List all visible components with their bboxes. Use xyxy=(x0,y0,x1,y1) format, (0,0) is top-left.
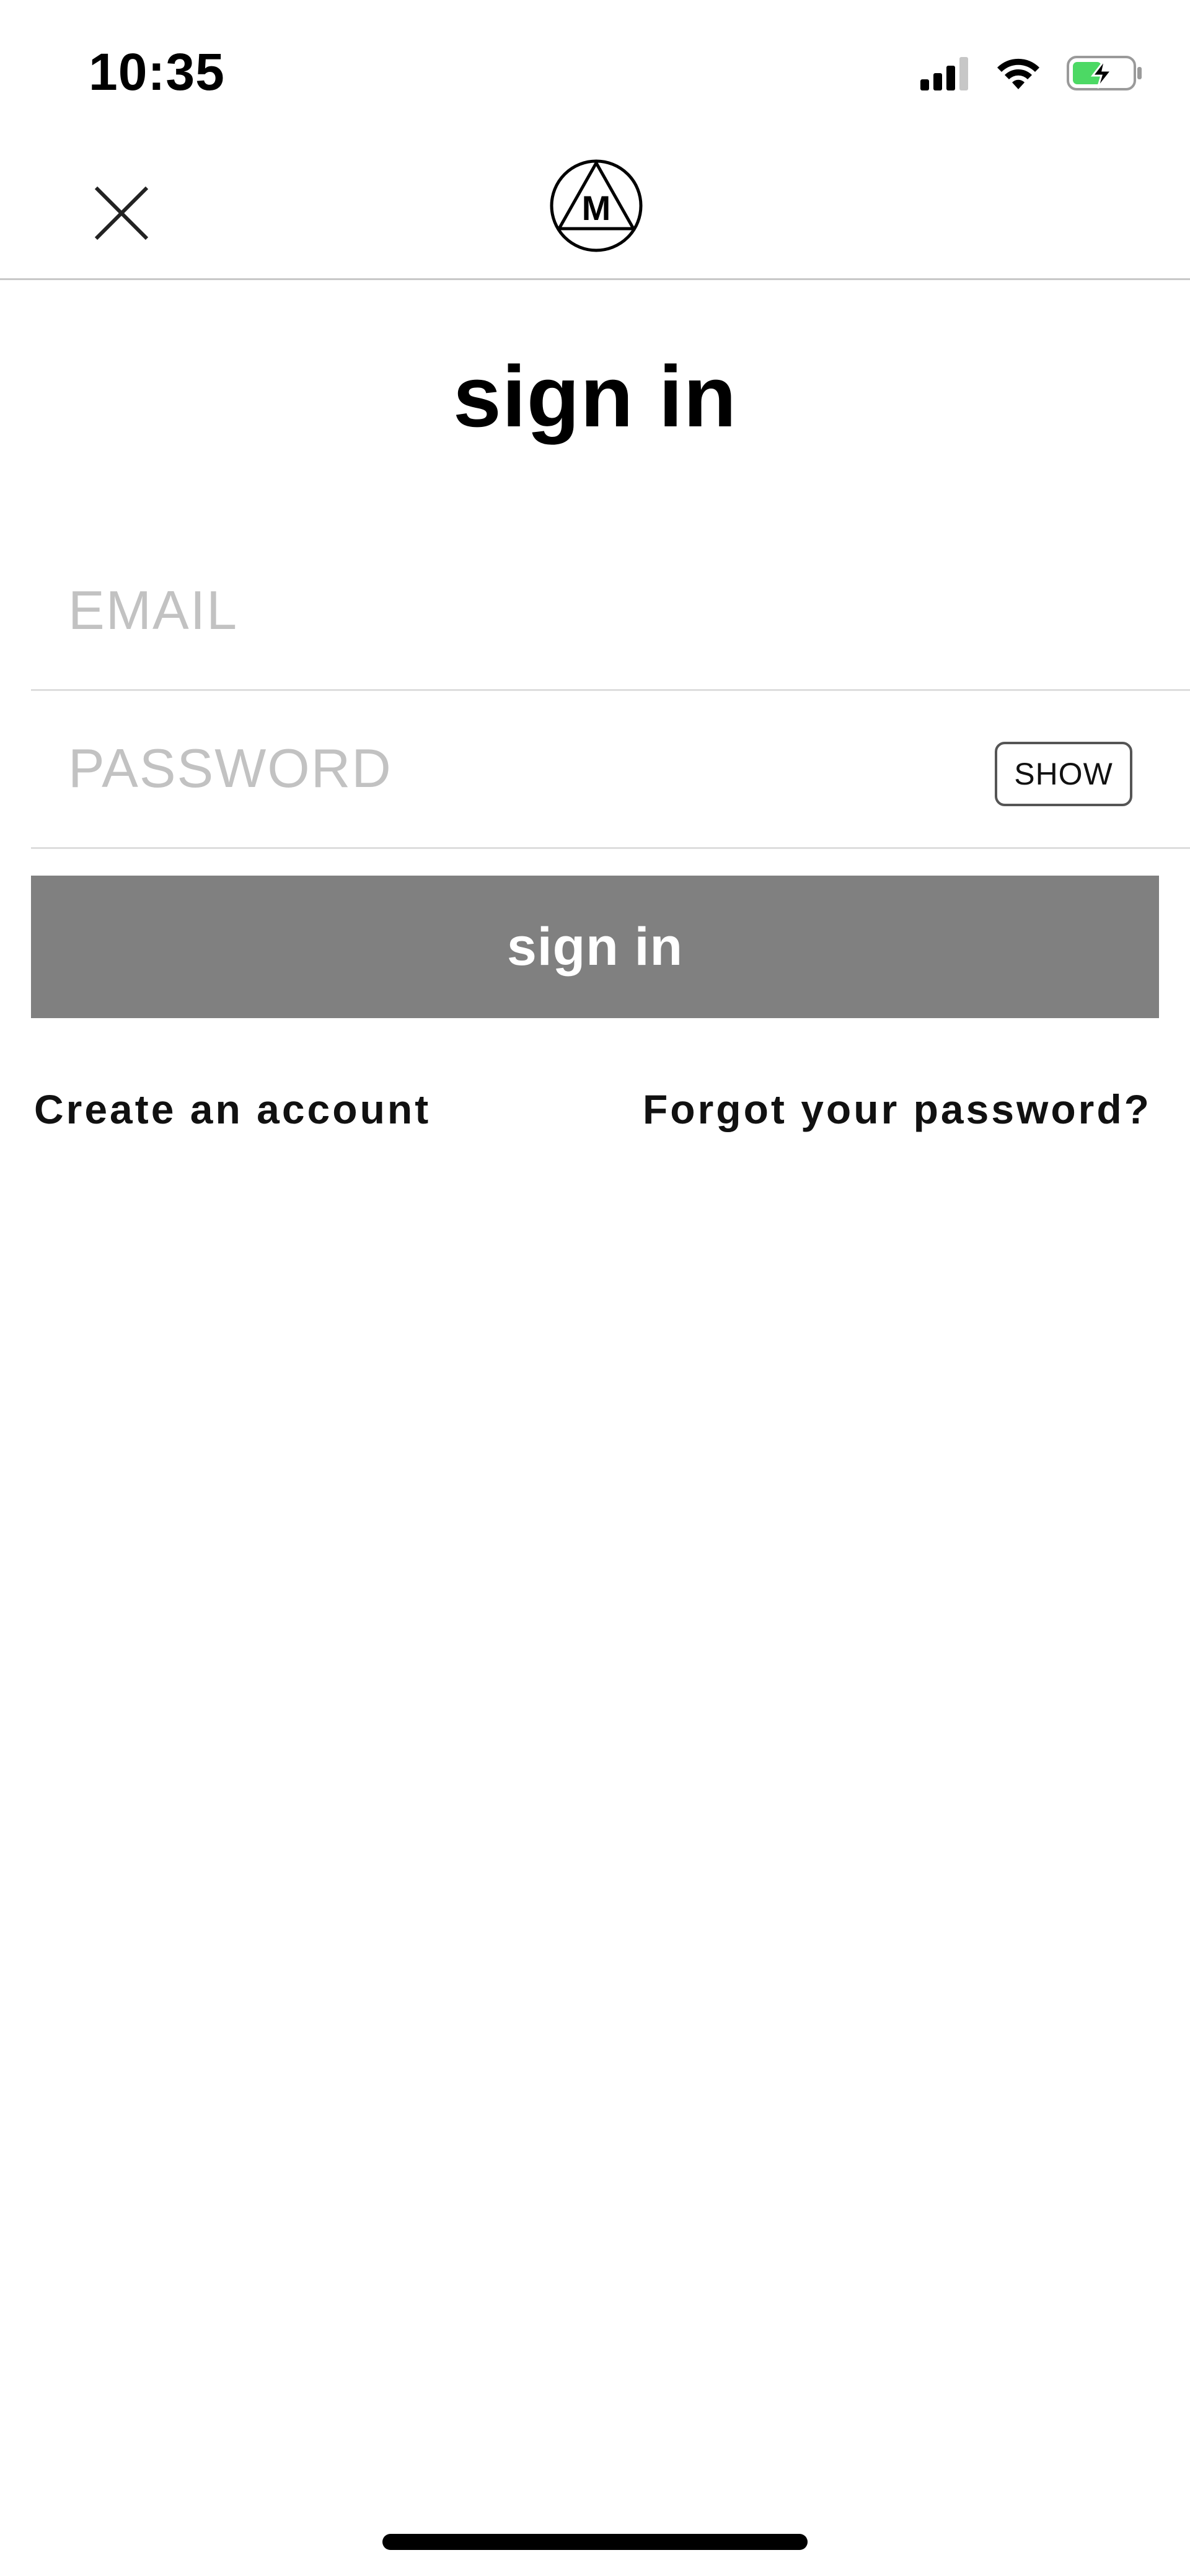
sign-in-button[interactable]: sign in xyxy=(31,876,1159,1018)
close-button[interactable] xyxy=(87,180,156,249)
password-field-row: SHOW xyxy=(31,691,1190,849)
status-bar: 10:35 xyxy=(0,0,1190,136)
close-icon xyxy=(94,185,149,244)
brand-logo: M xyxy=(549,158,644,253)
status-time: 10:35 xyxy=(89,43,225,101)
battery-charging-icon xyxy=(1067,55,1144,95)
password-input[interactable] xyxy=(68,728,936,809)
signal-icon xyxy=(920,55,970,95)
logo-letter: M xyxy=(582,188,611,227)
email-input[interactable] xyxy=(68,570,936,651)
forgot-password-link[interactable]: Forgot your password? xyxy=(643,1081,1152,1137)
page-title: sign in xyxy=(452,348,738,445)
create-account-link[interactable]: Create an account xyxy=(34,1081,431,1137)
home-indicator xyxy=(382,2534,808,2550)
wifi-icon xyxy=(995,55,1042,95)
nav-bar: M xyxy=(0,136,1190,280)
status-icons xyxy=(920,53,1144,96)
email-field-row xyxy=(31,533,1190,691)
show-password-button[interactable]: SHOW xyxy=(995,742,1132,806)
